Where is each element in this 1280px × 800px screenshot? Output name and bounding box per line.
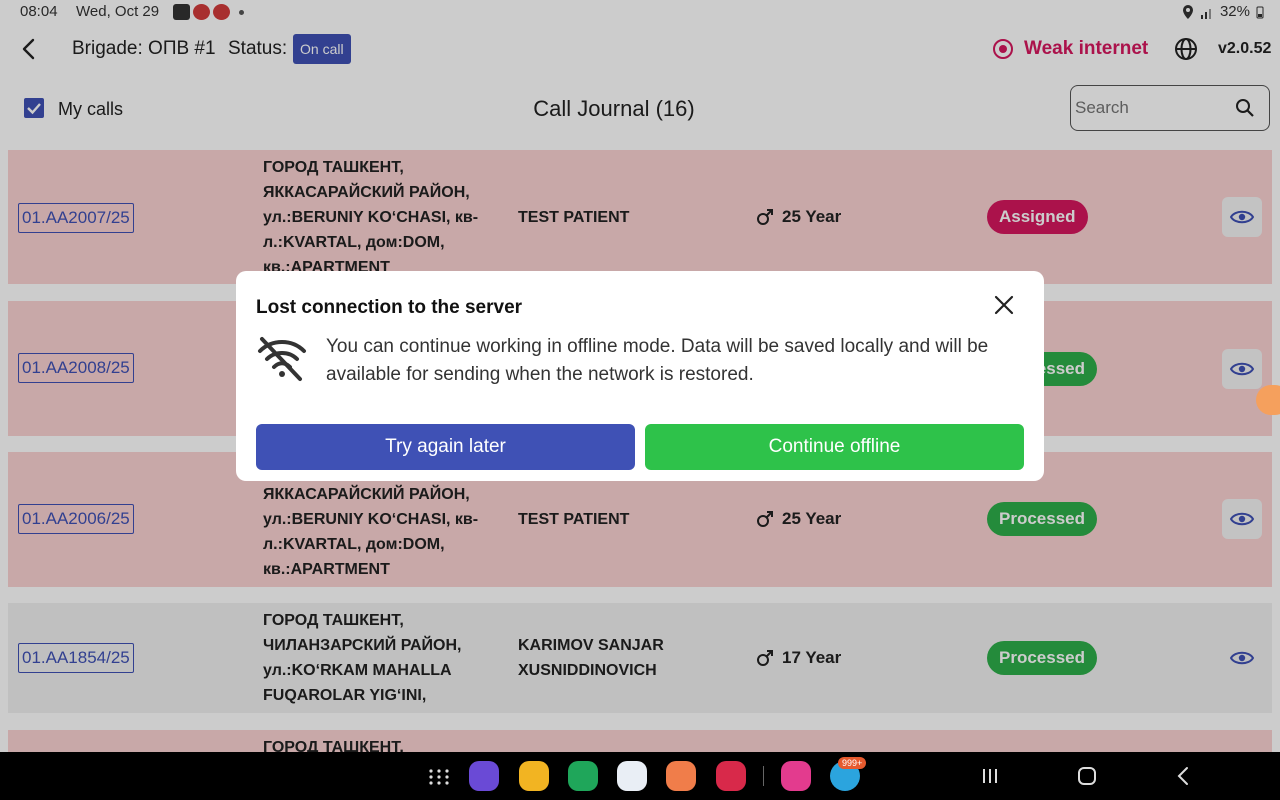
system-navigation-bar: 999+ [0,752,1280,800]
floating-record-button[interactable] [1256,385,1280,415]
files-app-icon[interactable] [519,761,549,791]
browser-app-icon[interactable] [469,761,499,791]
home-icon[interactable] [1075,764,1099,788]
app-drawer-icon[interactable] [428,762,450,790]
phone-app-icon[interactable] [568,761,598,791]
dialog-title: Lost connection to the server [256,297,523,318]
contacts-app-icon[interactable] [666,761,696,791]
continue-offline-button[interactable]: Continue offline [645,424,1024,470]
try-again-later-button[interactable]: Try again later [256,424,635,470]
wifi-off-icon [258,337,306,381]
messages-app-icon[interactable] [617,761,647,791]
gallery-app-icon[interactable] [781,761,811,791]
close-icon[interactable] [992,293,1016,317]
recents-icon[interactable] [978,764,1002,788]
camera-app-icon[interactable] [716,761,746,791]
app-screen: 08:04 Wed, Oct 29 32% Brigade: ОПВ #1 St… [0,0,1280,752]
connection-lost-dialog: Lost connection to the server You can co… [236,271,1044,481]
back-nav-icon[interactable] [1172,764,1196,788]
dock-separator [763,766,764,786]
notification-badge: 999+ [838,757,867,769]
dialog-message: You can continue working in offline mode… [326,336,989,385]
